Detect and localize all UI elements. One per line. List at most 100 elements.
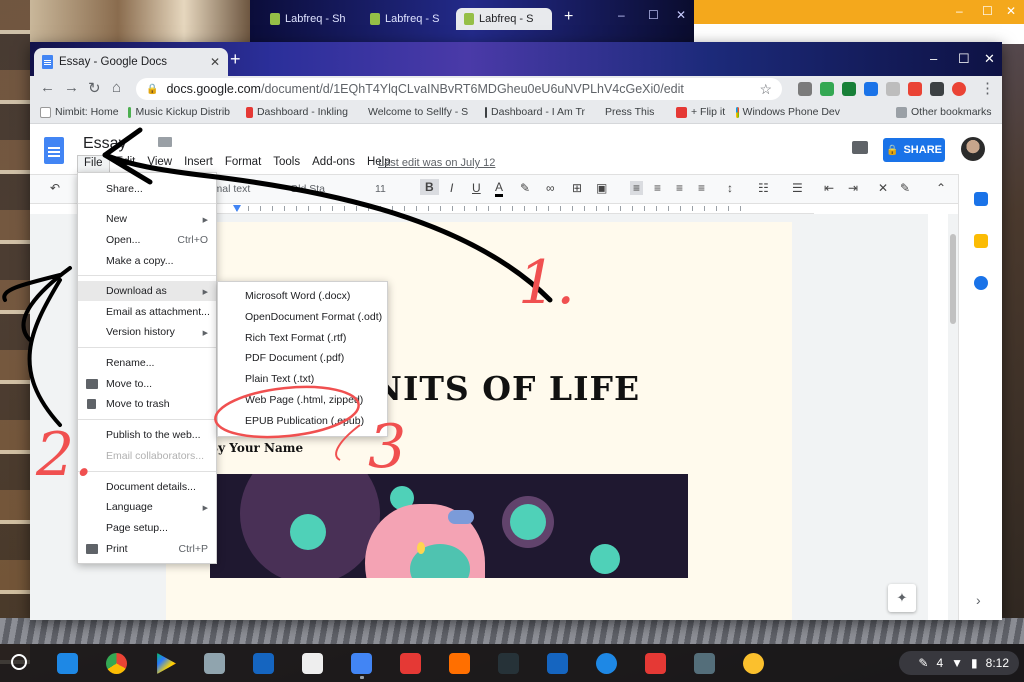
download-pdf[interactable]: PDF Document (.pdf) [245, 352, 344, 364]
orange-minimize-button[interactable]: – [956, 4, 963, 18]
tab-essay-google-docs[interactable]: Essay - Google Docs ✕ [34, 48, 228, 76]
menu-item-download-as[interactable]: Download as [106, 285, 167, 297]
reload-icon[interactable]: ↻ [88, 79, 101, 97]
play-store-icon[interactable] [157, 653, 176, 674]
keep-icon[interactable] [974, 234, 988, 248]
increase-indent-icon[interactable]: ⇥ [848, 181, 858, 195]
explore-button[interactable]: ✦ [888, 584, 916, 612]
google-docs-app-icon[interactable] [351, 653, 372, 674]
bold-button[interactable]: B [420, 179, 439, 195]
menu-format[interactable]: Format [219, 155, 267, 173]
undo-icon[interactable]: ↶ [50, 181, 60, 195]
extension-icon[interactable] [798, 82, 812, 96]
maximize-button[interactable]: ☐ [958, 51, 970, 67]
app-blue-icon[interactable] [253, 653, 274, 674]
background-tab-3[interactable]: Labfreq - S [456, 8, 552, 30]
clear-formatting-icon[interactable]: ✕ [878, 181, 888, 195]
fl-studio-icon[interactable] [449, 653, 470, 674]
align-left-icon[interactable]: ≡ [630, 181, 644, 195]
menu-view[interactable]: View [141, 155, 178, 173]
add-comment-icon[interactable]: ⊞ [572, 181, 582, 195]
rss-icon[interactable] [886, 82, 900, 96]
minimize-button[interactable]: – [930, 51, 937, 66]
numbered-list-icon[interactable]: ☷ [758, 181, 769, 195]
bookmark-music-kickup[interactable]: Music Kickup Distrib [128, 106, 230, 118]
google-drive-icon[interactable] [820, 82, 834, 96]
home-icon[interactable]: ⌂ [112, 79, 121, 96]
bookmark-flip-it[interactable]: + Flip it [676, 106, 725, 118]
background-minimize-button[interactable]: – [618, 8, 625, 22]
background-new-tab-button[interactable]: + [564, 8, 573, 26]
settings-app-icon[interactable] [596, 653, 617, 674]
share-button[interactable]: 🔒 SHARE [883, 138, 945, 162]
menu-item-move-to[interactable]: Move to... [106, 378, 152, 390]
document-title[interactable]: Essay [83, 135, 127, 153]
indent-marker[interactable] [233, 205, 241, 212]
bookmark-star-icon[interactable]: ☆ [759, 81, 772, 98]
podcasts-app-icon[interactable] [302, 653, 323, 674]
menu-item-print[interactable]: Print [106, 543, 128, 555]
decrease-indent-icon[interactable]: ⇤ [824, 181, 834, 195]
url-input[interactable]: 🔒 docs.google.com/document/d/1EQhT4YlqCL… [136, 78, 782, 100]
download-txt[interactable]: Plain Text (.txt) [245, 373, 314, 385]
google-docs-logo-icon[interactable] [44, 137, 64, 164]
background-maximize-button[interactable]: ☐ [648, 8, 659, 22]
download-html[interactable]: Web Page (.html, zipped) [245, 394, 363, 406]
align-right-icon[interactable]: ≡ [676, 181, 683, 195]
line-spacing-icon[interactable]: ↕ [727, 181, 733, 195]
keep-app-icon[interactable] [743, 653, 764, 674]
menu-tools[interactable]: Tools [267, 155, 306, 173]
download-epub[interactable]: EPUB Publication (.epub) [245, 415, 364, 427]
link-icon[interactable]: ∞ [546, 181, 555, 195]
bookmark-dashboard[interactable]: Dashboard - I Am Tr [485, 106, 585, 118]
menu-item-move-to-trash[interactable]: Move to trash [106, 398, 170, 410]
extension-green-icon[interactable] [842, 82, 856, 96]
font-size-select[interactable]: 11 [375, 183, 386, 195]
menu-item-make-copy[interactable]: Make a copy... [106, 255, 174, 267]
menu-file[interactable]: File [77, 155, 110, 173]
menu-item-language[interactable]: Language [106, 501, 153, 513]
background-tab-2[interactable]: Labfreq - S [362, 8, 456, 30]
chrome-menu-icon[interactable]: ⋮ [980, 79, 995, 97]
underline-button[interactable]: U [472, 181, 481, 195]
comment-history-icon[interactable] [852, 141, 868, 154]
collapse-menus-icon[interactable]: ⌃ [936, 181, 946, 195]
menu-item-open[interactable]: Open... [106, 234, 140, 246]
menu-item-publish-web[interactable]: Publish to the web... [106, 429, 201, 441]
video-app-icon[interactable] [547, 653, 568, 674]
document-scrollbar[interactable] [948, 214, 958, 620]
orange-close-button[interactable]: ✕ [1006, 4, 1016, 18]
folder-icon[interactable] [158, 137, 172, 147]
other-bookmarks-folder[interactable]: Other bookmarks [896, 106, 992, 118]
justify-icon[interactable]: ≡ [698, 181, 705, 195]
menu-item-page-setup[interactable]: Page setup... [106, 522, 168, 534]
bookmark-inkling[interactable]: Dashboard - Inkling [246, 106, 348, 118]
italic-button[interactable]: I [450, 181, 453, 195]
status-tray[interactable]: ✎ 4 ▼ ▮ 8:12 [899, 651, 1019, 675]
menu-item-new[interactable]: New [106, 213, 127, 225]
bulleted-list-icon[interactable]: ☰ [792, 181, 803, 195]
app-grey-icon[interactable] [694, 653, 715, 674]
editing-mode-icon[interactable]: ✎ [900, 181, 910, 195]
font-select[interactable]: Old Sta [290, 183, 325, 195]
menu-item-document-details[interactable]: Document details... [106, 481, 196, 493]
tasks-icon[interactable] [974, 276, 988, 290]
app-dark-icon[interactable] [498, 653, 519, 674]
files-app-icon[interactable] [57, 653, 78, 674]
acrobat-app-icon[interactable] [645, 653, 666, 674]
highlight-pen-icon[interactable]: ✎ [520, 181, 530, 195]
menu-item-email-attachment[interactable]: Email as attachment... [106, 306, 210, 318]
back-arrow-icon[interactable]: ← [40, 79, 55, 96]
menu-item-rename[interactable]: Rename... [106, 357, 154, 369]
close-tab-icon[interactable]: ✕ [210, 55, 220, 69]
last-edit-link[interactable]: Last edit was on July 12 [378, 157, 495, 169]
bookmark-nimbit[interactable]: Nimbit: Home [40, 106, 119, 118]
chrome-app-icon[interactable] [106, 653, 127, 674]
menu-edit[interactable]: Edit [110, 155, 142, 173]
forward-arrow-icon[interactable]: → [64, 79, 79, 96]
extension-blue-icon[interactable] [864, 82, 878, 96]
close-window-button[interactable]: ✕ [984, 51, 995, 67]
chevron-right-icon[interactable]: › [976, 592, 981, 608]
app-red-icon[interactable] [400, 653, 421, 674]
download-docx[interactable]: Microsoft Word (.docx) [245, 290, 350, 302]
